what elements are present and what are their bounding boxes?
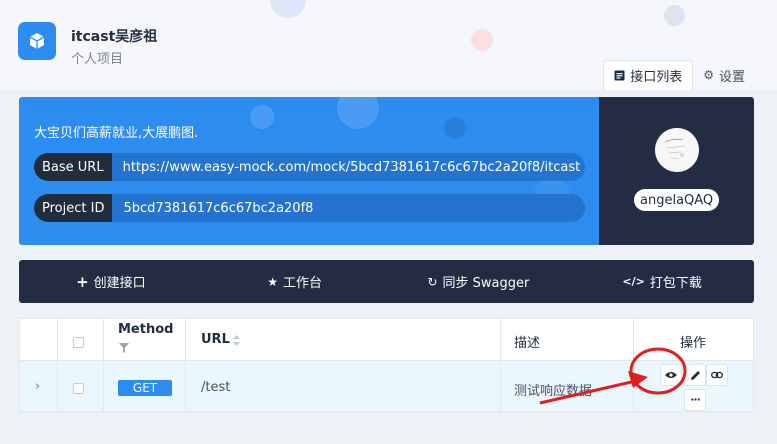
avatar-image: [655, 128, 699, 172]
download-button[interactable]: </> 打包下载: [570, 260, 754, 303]
sync-icon: ↻: [427, 274, 438, 289]
project-id-label: Project ID: [34, 194, 113, 222]
api-table: Method URL 描述 操作 › GET /test 测试响应数据 ···: [19, 318, 754, 412]
method-header: Method: [118, 322, 174, 337]
decor-bubble: [250, 105, 274, 129]
decor-bubble: [444, 117, 466, 139]
code-icon: </>: [622, 275, 645, 288]
pencil-icon: [690, 370, 700, 380]
sync-swagger-button[interactable]: ↻ 同步 Swagger: [387, 260, 571, 303]
header: itcast吴彦祖 个人项目 接口列表 ⚙ 设置: [0, 0, 777, 90]
link-icon: [711, 371, 723, 379]
base-url-field[interactable]: Base URL https://www.easy-mock.com/mock/…: [34, 153, 585, 181]
decor-bubble: [664, 5, 685, 26]
gear-icon: ⚙: [703, 68, 714, 82]
method-badge: GET: [118, 380, 172, 396]
base-url-value[interactable]: https://www.easy-mock.com/mock/5bcd73816…: [112, 160, 581, 175]
tab-label: 接口列表: [630, 70, 683, 85]
list-icon: [614, 70, 625, 81]
user-card: angelaQAQ: [599, 97, 754, 245]
username: angelaQAQ: [634, 189, 720, 211]
select-all-checkbox[interactable]: [73, 337, 84, 348]
project-description: 大宝贝们高薪就业,大展鹏图.: [34, 126, 199, 141]
base-url-label: Base URL: [34, 153, 112, 181]
url-header[interactable]: URL: [201, 332, 230, 347]
filter-icon[interactable]: [118, 342, 130, 358]
more-icon: ···: [690, 393, 701, 406]
download-label: 打包下载: [649, 276, 702, 291]
project-id-value[interactable]: 5bcd7381617c6c67bc2a20f8: [112, 201, 313, 216]
project-name: itcast吴彦祖: [71, 29, 158, 45]
action-toolbar: + 创建接口 ★ 工作台 ↻ 同步 Swagger </> 打包下载: [19, 260, 754, 303]
project-info-panel: 大宝贝们高薪就业,大展鹏图. Base URL https://www.easy…: [19, 97, 599, 245]
plus-icon: +: [76, 272, 89, 291]
desc-header: 描述: [514, 336, 541, 351]
column-divider: [633, 319, 634, 411]
cube-icon: [29, 33, 45, 49]
column-divider: [500, 319, 501, 411]
more-button[interactable]: ···: [684, 389, 706, 411]
copy-link-button[interactable]: [706, 364, 728, 386]
tab-label: 设置: [718, 69, 745, 85]
column-divider: [57, 319, 58, 411]
sync-swagger-label: 同步 Swagger: [442, 276, 530, 291]
url-cell[interactable]: /test: [201, 380, 230, 395]
column-divider: [185, 319, 186, 411]
create-api-label: 创建接口: [93, 276, 146, 291]
eye-icon: [665, 372, 677, 378]
tab-settings[interactable]: ⚙ 设置: [693, 60, 755, 90]
decor-bubble: [471, 29, 493, 51]
decor-bubble: [337, 97, 379, 129]
desc-cell: 测试响应数据: [514, 384, 593, 399]
tab-api-list[interactable]: 接口列表: [603, 60, 694, 90]
project-logo: [18, 22, 56, 60]
tab-bar: 接口列表 ⚙ 设置: [603, 60, 755, 90]
create-api-button[interactable]: + 创建接口: [19, 260, 203, 303]
avatar[interactable]: [655, 128, 699, 172]
project-id-field[interactable]: Project ID 5bcd7381617c6c67bc2a20f8: [34, 194, 585, 222]
workspace-label: 工作台: [283, 276, 323, 291]
preview-button[interactable]: [660, 364, 682, 386]
sort-icon[interactable]: [233, 335, 240, 350]
workspace-button[interactable]: ★ 工作台: [203, 260, 387, 303]
expand-chevron-icon[interactable]: ›: [35, 379, 40, 394]
decor-bubble: [270, 0, 306, 18]
project-type: 个人项目: [71, 52, 124, 67]
ops-header: 操作: [680, 336, 707, 351]
edit-button[interactable]: [684, 364, 706, 386]
column-divider: [103, 319, 104, 411]
star-icon: ★: [267, 274, 278, 289]
row-checkbox[interactable]: [73, 383, 84, 394]
